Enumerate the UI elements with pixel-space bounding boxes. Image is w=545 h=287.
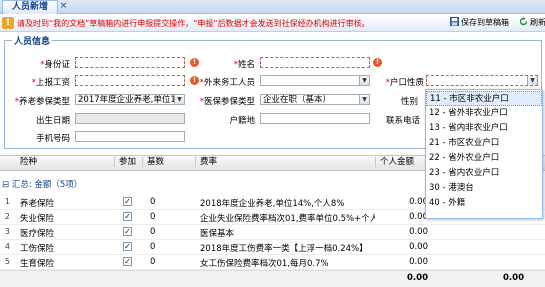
chevron-down-icon[interactable]: ▼ <box>359 76 369 85</box>
row-number: 2 <box>4 212 10 221</box>
joined-checkbox[interactable]: ✓ <box>123 197 132 206</box>
hukou-location-input[interactable] <box>260 113 370 124</box>
insurance-type-cell: 生育保险 <box>20 259 55 269</box>
insurance-type-cell: 失业保险 <box>20 214 55 224</box>
pension-type-value: 2017年度企业养老,单位1 <box>78 95 174 105</box>
joined-checkbox[interactable]: ✓ <box>123 242 132 251</box>
hukou-option[interactable]: 22 - 省外农业户口 <box>426 151 542 166</box>
contact-phone-label: 联系电话 <box>385 116 420 126</box>
medical-type-value: 企业在职（基本） <box>263 95 332 105</box>
total-personal-amount: 0.00 <box>407 273 428 283</box>
column-base[interactable]: 基数 <box>147 156 164 168</box>
amount-cell: 0.00 <box>409 197 428 207</box>
hukou-location-label: 户籍地 <box>229 116 255 126</box>
pension-type-select[interactable]: 2017年度企业养老,单位1 ▼ <box>75 94 185 105</box>
base-cell: 0 <box>150 227 156 237</box>
row-number: 1 <box>4 197 10 206</box>
hukou-option[interactable]: 13 - 省内非农业户口 <box>426 121 542 136</box>
refresh-button[interactable]: 刷新 <box>519 17 545 29</box>
total-other-amount: 0.00 <box>503 273 524 283</box>
hukou-option[interactable]: 11 - 市区非农业户口 <box>426 91 542 106</box>
hukou-option[interactable]: 21 - 市区农业户口 <box>426 136 542 151</box>
joined-checkbox[interactable]: ✓ <box>123 227 132 236</box>
medical-type-select[interactable]: 企业在职（基本） ▼ <box>260 94 370 105</box>
hukou-option[interactable]: 23 - 省内农业户口 <box>426 166 542 181</box>
base-cell: 0 <box>150 257 156 267</box>
column-divider <box>375 157 376 167</box>
column-insurance-type[interactable]: 险种 <box>20 156 37 168</box>
notice-text: 请及时到“我的文档”草稿箱内进行申报提交操作，“申报”后数据才会发送到社保经办机… <box>17 19 370 28</box>
amount-cell: 0.00 <box>409 212 428 222</box>
id-card-input[interactable] <box>75 57 185 68</box>
rate-cell: 2018年度工伤费率一类【上浮一档0.24%】 <box>200 244 368 254</box>
outside-worker-select[interactable]: ▼ <box>260 75 370 86</box>
pension-type-label: *养老参保类型 <box>14 97 70 107</box>
hukou-option[interactable]: 30 - 港澳台 <box>426 181 542 196</box>
error-icon: ! <box>373 58 382 67</box>
column-personal-amount[interactable]: 个人金额 <box>380 156 414 168</box>
column-divider <box>114 157 115 167</box>
save-draft-label: 保存到草稿箱 <box>461 18 509 27</box>
insurance-type-cell: 医疗保险 <box>20 229 55 239</box>
name-label: *姓名 <box>233 60 255 70</box>
row-number: 5 <box>4 257 10 266</box>
warning-icon: ! <box>2 17 14 29</box>
insurance-type-cell: 工伤保险 <box>20 244 55 254</box>
mobile-label: 手机号码 <box>35 134 70 144</box>
declared-wage-input[interactable] <box>75 75 185 86</box>
error-icon: ! <box>190 58 199 67</box>
base-cell: 0 <box>150 197 156 207</box>
outside-worker-label: *外来务工人员 <box>199 78 255 88</box>
rate-cell: 女工伤保险费率档次01,每月0.7% <box>200 259 329 269</box>
joined-checkbox[interactable]: ✓ <box>123 257 132 266</box>
hukou-option[interactable]: 40 - 外籍 <box>426 196 542 211</box>
chevron-down-icon[interactable]: ▼ <box>174 95 184 104</box>
grid-summary-row <box>0 270 545 287</box>
hukou-option[interactable]: 12 - 省外非农业户口 <box>426 106 542 121</box>
tab-add-person[interactable]: 人员新增 <box>2 0 58 14</box>
mobile-input[interactable] <box>75 131 185 142</box>
rate-cell: 医保基本 <box>200 229 235 239</box>
refresh-label: 刷新 <box>530 18 545 27</box>
fieldset-legend: 人员信息 <box>12 34 53 47</box>
rate-cell: 企业失业保险费率档次01,费率单位0.5%+个人... <box>200 214 375 224</box>
birth-date-input <box>75 113 185 124</box>
amount-cell: 0.00 <box>409 242 428 252</box>
rate-cell: 2018年度企业养老,单位14%,个人8% <box>200 199 345 209</box>
insurance-type-cell: 养老保险 <box>20 199 55 209</box>
name-input[interactable] <box>260 57 370 68</box>
amount-cell: 0.00 <box>409 227 428 237</box>
row-number: 4 <box>4 242 10 251</box>
tab-bar <box>0 0 545 14</box>
chevron-down-icon[interactable]: ▼ <box>527 76 537 85</box>
row-number: 3 <box>4 227 10 236</box>
birth-date-label: 出生日期 <box>35 116 70 126</box>
joined-checkbox[interactable]: ✓ <box>123 212 132 221</box>
column-divider <box>195 157 196 167</box>
column-rate[interactable]: 费率 <box>200 156 217 168</box>
chevron-down-icon[interactable]: ▼ <box>359 95 369 104</box>
gender-label: 性别 <box>400 97 418 107</box>
hukou-nature-label: *户口性质 <box>385 78 424 88</box>
hukou-nature-dropdown: 11 - 市区非农业户口 12 - 省外非农业户口 13 - 省内非农业户口 2… <box>425 89 543 219</box>
base-cell: 0 <box>150 242 156 252</box>
declared-wage-label: *上报工资 <box>31 78 70 88</box>
column-divider <box>142 157 143 167</box>
column-joined[interactable]: 参加 <box>119 156 136 168</box>
close-icon[interactable]: × <box>58 1 69 12</box>
amount-cell: 0.00 <box>409 257 428 267</box>
hukou-nature-select[interactable]: ▼ <box>426 75 538 86</box>
save-draft-button[interactable]: 保存到草稿箱 <box>450 17 509 29</box>
group-summary-label[interactable]: ⊟ 汇总: 金额（5项） <box>2 178 82 190</box>
refresh-icon <box>519 17 528 26</box>
base-cell: 0 <box>150 212 156 222</box>
medical-type-label: *医保参保类型 <box>199 97 255 107</box>
id-card-label: *身份证 <box>40 60 70 70</box>
save-icon <box>450 17 459 26</box>
